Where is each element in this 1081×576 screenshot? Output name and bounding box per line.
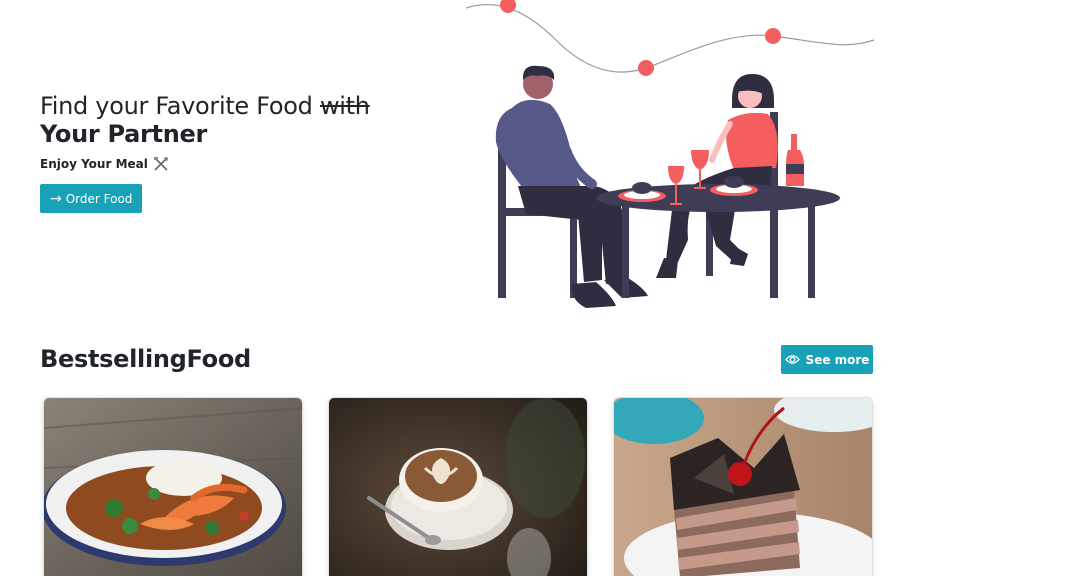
section-title: BestsellingFood (40, 345, 251, 373)
order-food-button[interactable]: → Order Food (40, 184, 143, 213)
dinner-date-illustration (466, 0, 874, 308)
food-card-shrimp-curry[interactable] (43, 397, 303, 576)
hero-title-plain: Find your Favorite Food (40, 92, 313, 120)
see-more-label: See more (805, 352, 870, 367)
hero-title: Find your Favorite Food with Your Partne… (40, 92, 400, 148)
food-image-shrimp-curry (44, 398, 302, 576)
food-image-chocolate-cake (614, 398, 872, 576)
light-bulb-1 (500, 0, 516, 13)
arrow-right-icon: → (50, 190, 62, 207)
hero-title-bold: Your Partner (40, 120, 207, 148)
light-bulb-2 (638, 60, 654, 76)
eye-icon (784, 355, 800, 364)
hero-title-strike: with (319, 92, 370, 120)
hero-text: Find your Favorite Food with Your Partne… (40, 92, 400, 213)
section-title-plain: Bestselling (40, 345, 187, 373)
food-card-latte[interactable] (328, 397, 588, 576)
utensils-icon (153, 157, 168, 171)
food-card-chocolate-cake[interactable] (613, 397, 873, 576)
hero-subtitle: Enjoy Your Meal (40, 156, 400, 172)
see-more-button[interactable]: See more (781, 345, 873, 374)
order-food-label: Order Food (65, 191, 133, 206)
hero-subtitle-text: Enjoy Your Meal (40, 157, 148, 171)
food-image-latte (329, 398, 587, 576)
section-title-bold: Food (186, 345, 252, 373)
light-bulb-3 (765, 28, 781, 44)
